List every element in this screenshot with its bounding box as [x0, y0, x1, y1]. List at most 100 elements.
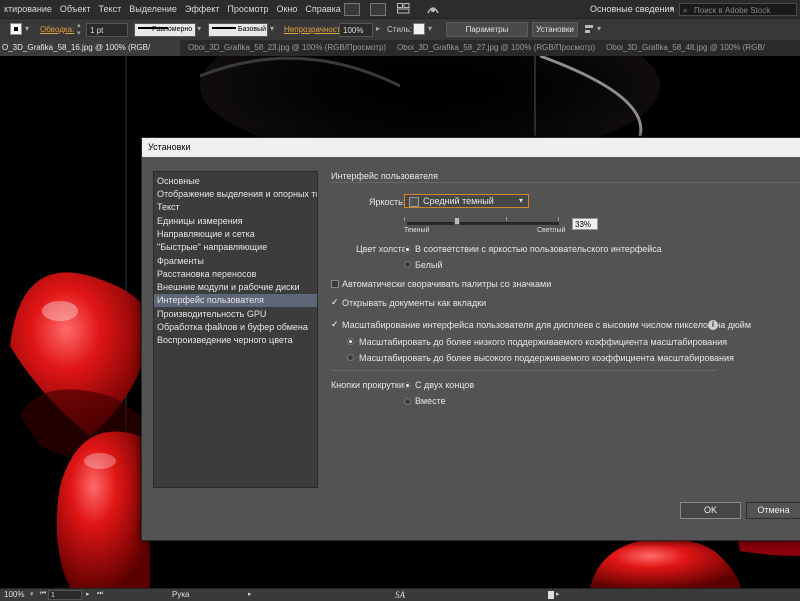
menu-type[interactable]: Текст [95, 0, 126, 18]
fill-swatch[interactable] [10, 23, 22, 35]
opacity-field[interactable]: 100% [339, 23, 373, 37]
stroke-stepper[interactable]: ▴ ▾ [77, 22, 81, 38]
slider-tick [558, 217, 559, 221]
scroll-right-icon[interactable]: ▸ [556, 590, 560, 598]
chevron-down-icon[interactable]: ▾ [30, 590, 34, 598]
opacity-label[interactable]: Непрозрачность: [284, 19, 347, 41]
canvas-color-match-radio[interactable] [404, 246, 411, 253]
brightness-slider[interactable] [407, 222, 559, 225]
style-swatch[interactable] [413, 23, 425, 35]
scale-lower-label: Масштабировать до более низкого поддержи… [359, 337, 728, 347]
chevron-down-icon[interactable]: ▾ [428, 24, 432, 33]
scaling-label: Масштабирование интерфейса пользователя … [342, 320, 752, 330]
bridge-icon[interactable] [344, 3, 360, 16]
brightness-value: Средний темный [423, 196, 494, 206]
category-general[interactable]: Основные [154, 175, 317, 188]
chevron-down-icon[interactable]: ▾ [25, 24, 29, 33]
chevron-down-icon[interactable]: ▾ [597, 24, 601, 33]
scroll-together-radio[interactable] [404, 398, 411, 405]
dialog-title: Установки [148, 142, 191, 152]
category-units[interactable]: Единицы измерения [154, 215, 317, 228]
menu-help[interactable]: Справка [301, 0, 344, 18]
chevron-down-icon[interactable]: ▾ [670, 0, 674, 18]
tab-document-23[interactable]: Oboi_3D_Grafika_58_23.jpg @ 100% (RGB/Пр… [188, 40, 388, 68]
category-user-interface[interactable]: Интерфейс пользователя [154, 294, 317, 307]
auto-collapse-checkbox[interactable] [331, 280, 339, 288]
status-bar: 100% ▾ ⏮ 1 ▸ ⏭ Рука ▸ SA ▸ [0, 588, 800, 601]
chevron-down-icon[interactable]: ▾ [197, 24, 201, 33]
control-bar: ▾ Обводка: ▴ ▾ 1 pt Равномерно ▾ Базовый … [0, 18, 800, 47]
category-file-handling[interactable]: Обработка файлов и буфер обмена [154, 321, 317, 334]
current-tool-label: Рука [172, 590, 190, 599]
ok-button[interactable]: OK [680, 502, 741, 519]
gpu-performance-icon[interactable] [426, 3, 440, 15]
menu-select[interactable]: Выделение [125, 0, 181, 18]
scale-lower-radio[interactable] [347, 338, 354, 345]
search-placeholder: Поиск в Adobe Stock [694, 6, 771, 15]
scroll-option-1: С двух концов [415, 380, 475, 390]
section-title: Интерфейс пользователя [331, 171, 438, 181]
stroke-label[interactable]: Обводка: [40, 19, 74, 41]
workspace-switcher[interactable]: Основные сведения [590, 0, 674, 18]
first-page-icon[interactable]: ⏮ [40, 590, 46, 598]
canvas-color-white-radio[interactable] [404, 261, 411, 268]
category-plugins-scratch[interactable]: Внешние модули и рабочие диски [154, 281, 317, 294]
search-icon: ⌕ [683, 6, 688, 15]
scroll-buttons-label: Кнопки прокрутки: [331, 380, 407, 390]
category-gpu-performance[interactable]: Производительность GPU [154, 308, 317, 321]
menu-effect[interactable]: Эффект [181, 0, 223, 18]
category-black-appearance[interactable]: Воспроизведение черного цвета [154, 334, 317, 347]
scroll-thumb[interactable] [548, 591, 554, 599]
menu-object[interactable]: Объект [56, 0, 95, 18]
preferences-button[interactable]: Установки [532, 22, 578, 37]
brightness-swatch [409, 197, 419, 207]
document-setup-button[interactable]: Параметры документа [446, 22, 528, 47]
category-hyphenation[interactable]: Расстановка переносов [154, 268, 317, 281]
category-selection-display[interactable]: Отображение выделения и опорных точек [154, 188, 317, 201]
arrange-documents-icon[interactable] [397, 3, 410, 14]
chevron-right-icon[interactable]: ▸ [248, 590, 252, 598]
brightness-percent-field[interactable]: 33% [572, 218, 598, 230]
slider-right-label: Светлый [537, 227, 566, 234]
menu-view[interactable]: Просмотр [223, 0, 272, 18]
next-page-icon[interactable]: ▸ [86, 590, 90, 598]
category-list: Основные Отображение выделения и опорных… [153, 171, 318, 488]
stock-icon[interactable] [370, 3, 386, 16]
page-field[interactable]: 1 [48, 590, 82, 600]
tab-label: Oboi_3D_Grafika_58_27.jpg @ 100% (RGB/Пр… [397, 43, 596, 52]
scroll-both-ends-radio[interactable] [404, 382, 411, 389]
tab-document-27[interactable]: Oboi_3D_Grafika_58_27.jpg @ 100% (RGB/Пр… [397, 40, 597, 68]
zoom-level[interactable]: 100% [4, 589, 24, 601]
brightness-dropdown[interactable]: Средний темный ▾ [404, 194, 529, 208]
canvas-color-option-1: В соответствии с яркостью пользовательск… [415, 244, 662, 254]
menu-edit[interactable]: ктирование [0, 0, 56, 18]
brightness-slider-thumb[interactable] [454, 217, 461, 225]
canvas-color-label: Цвет холста: [356, 244, 410, 254]
tab-label: Oboi_3D_Grafika_58_23.jpg @ 100% (RGB/Пр… [188, 43, 387, 52]
category-guides-grid[interactable]: Направляющие и сетка [154, 228, 317, 241]
section-divider [331, 182, 800, 183]
page-number: 1 [51, 592, 55, 599]
checkmark-icon[interactable]: ✓ [331, 320, 339, 329]
chevron-down-icon[interactable]: ▾ [270, 24, 274, 33]
menu-window[interactable]: Окно [272, 0, 301, 18]
dialog-title-bar[interactable]: Установки [142, 138, 800, 157]
stock-search-input[interactable]: ⌕ Поиск в Adobe Stock [679, 3, 797, 16]
align-icon[interactable] [584, 24, 594, 34]
menu-bar: ктирование Объект Текст Выделение Эффект Прос… [0, 0, 800, 18]
last-page-icon[interactable]: ⏭ [97, 590, 103, 598]
slider-left-label: Темный [404, 227, 430, 234]
category-slices[interactable]: Фрагменты [154, 255, 317, 268]
tab-document-48[interactable]: Oboi_3D_Grafika_58_48.jpg @ 100% (RGB/Пр… [606, 40, 800, 68]
scale-higher-radio[interactable] [347, 354, 354, 361]
stroke-weight-field[interactable]: 1 pt [86, 23, 128, 37]
tab-document-16[interactable]: O_3D_Grafika_58_16.jpg @ 100% (RGB/Просм… [0, 40, 180, 68]
chevron-right-icon[interactable]: ▸ [376, 24, 380, 33]
cancel-button[interactable]: Отмена [746, 502, 800, 519]
info-icon[interactable]: i [708, 320, 718, 330]
watermark-logo: SA [395, 590, 405, 600]
checkmark-icon[interactable]: ✓ [331, 298, 339, 307]
category-type[interactable]: Текст [154, 201, 317, 214]
category-smart-guides[interactable]: "Быстрые" направляющие [154, 241, 317, 254]
auto-collapse-label: Автоматически сворачивать палитры со зна… [342, 279, 552, 289]
